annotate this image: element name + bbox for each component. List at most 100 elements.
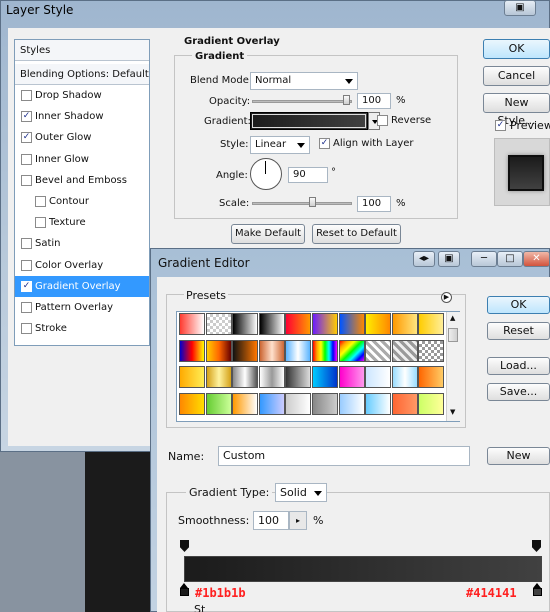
angle-input[interactable]: 90 bbox=[288, 167, 328, 183]
style-item-checkbox[interactable] bbox=[21, 174, 32, 186]
preset-swatch[interactable] bbox=[391, 339, 418, 362]
preset-swatch[interactable] bbox=[418, 366, 445, 388]
preset-swatch[interactable] bbox=[285, 313, 312, 335]
style-item-texture[interactable]: Texture bbox=[15, 212, 149, 233]
back-forward-button[interactable]: ◂▸ bbox=[413, 251, 435, 267]
maximize-button[interactable]: □ bbox=[497, 251, 523, 267]
scale-slider-handle[interactable] bbox=[309, 197, 316, 207]
style-item-checkbox[interactable]: ✓ bbox=[21, 132, 32, 144]
preset-swatch[interactable] bbox=[285, 392, 312, 415]
editor-new-button[interactable]: New bbox=[487, 447, 550, 465]
styles-header[interactable]: Styles bbox=[15, 40, 149, 61]
preset-swatch[interactable] bbox=[418, 392, 445, 415]
preset-swatch[interactable] bbox=[205, 313, 232, 335]
preset-swatch[interactable] bbox=[365, 366, 392, 388]
blending-options-item[interactable]: Blending Options: Default bbox=[15, 64, 149, 85]
style-item-color-overlay[interactable]: Color Overlay bbox=[15, 255, 149, 276]
preset-swatch[interactable] bbox=[365, 339, 392, 362]
style-item-outer-glow[interactable]: ✓ Outer Glow bbox=[15, 127, 149, 148]
scale-input[interactable]: 100 bbox=[357, 196, 391, 212]
preset-swatch[interactable] bbox=[391, 392, 418, 415]
angle-dial[interactable] bbox=[250, 158, 282, 190]
style-item-checkbox[interactable]: ✓ bbox=[21, 111, 32, 123]
style-item-stroke[interactable]: Stroke bbox=[15, 318, 149, 339]
preset-swatch[interactable] bbox=[258, 313, 285, 335]
preset-swatch[interactable] bbox=[418, 313, 445, 335]
style-item-checkbox[interactable] bbox=[35, 217, 46, 229]
style-item-checkbox[interactable] bbox=[21, 90, 32, 101]
scrollbar-thumb[interactable] bbox=[448, 328, 458, 342]
preset-swatch[interactable] bbox=[418, 339, 445, 362]
preset-swatch[interactable] bbox=[285, 339, 312, 362]
blend-mode-select[interactable]: Normal bbox=[250, 72, 358, 90]
opacity-slider-handle[interactable] bbox=[343, 95, 350, 105]
preset-swatch[interactable] bbox=[258, 366, 285, 388]
preset-swatch[interactable] bbox=[312, 366, 338, 388]
preset-swatch[interactable] bbox=[338, 339, 365, 362]
preset-swatch[interactable] bbox=[179, 366, 205, 388]
style-item-checkbox[interactable]: ✓ bbox=[21, 280, 32, 292]
style-item-satin[interactable]: Satin bbox=[15, 233, 149, 254]
preset-swatch[interactable] bbox=[365, 313, 392, 335]
gradient-picker-swatch[interactable] bbox=[250, 112, 368, 130]
preset-swatch[interactable] bbox=[312, 392, 338, 415]
preset-swatch[interactable] bbox=[391, 313, 418, 335]
gradient-preview-bar[interactable] bbox=[184, 556, 542, 582]
cancel-button[interactable]: Cancel bbox=[483, 66, 550, 86]
preset-swatch[interactable] bbox=[312, 313, 338, 335]
presets-scrollbar[interactable]: ▲ ▼ bbox=[446, 312, 460, 421]
opacity-slider-track[interactable] bbox=[252, 100, 352, 103]
preset-swatch[interactable] bbox=[232, 313, 259, 335]
minimize-button[interactable]: ─ bbox=[471, 251, 497, 267]
preset-swatch[interactable] bbox=[205, 366, 232, 388]
style-item-checkbox[interactable] bbox=[35, 196, 46, 207]
preset-swatch[interactable] bbox=[258, 392, 285, 415]
preset-swatch[interactable] bbox=[338, 313, 365, 335]
new-style-button[interactable]: New Style... bbox=[483, 93, 550, 127]
preset-swatch[interactable] bbox=[179, 339, 205, 362]
style-item-contour[interactable]: Contour bbox=[15, 191, 149, 212]
editor-ok-button[interactable]: OK bbox=[487, 296, 550, 314]
editor-load-button[interactable]: Load... bbox=[487, 357, 550, 375]
style-item-drop-shadow[interactable]: Drop Shadow bbox=[15, 85, 149, 106]
window-menu-button[interactable]: ▣ bbox=[438, 251, 460, 267]
smoothness-popup-button[interactable]: ▸ bbox=[289, 511, 307, 530]
style-item-inner-shadow[interactable]: ✓ Inner Shadow bbox=[15, 106, 149, 127]
color-stop-left[interactable] bbox=[180, 583, 189, 596]
style-item-inner-glow[interactable]: Inner Glow bbox=[15, 149, 149, 170]
scale-slider-track[interactable] bbox=[252, 202, 352, 205]
preset-swatch[interactable] bbox=[312, 339, 338, 362]
preset-swatch[interactable] bbox=[338, 392, 365, 415]
preview-checkbox[interactable]: ✓ bbox=[495, 120, 506, 131]
preset-swatch[interactable] bbox=[338, 366, 365, 388]
style-item-checkbox[interactable] bbox=[21, 323, 32, 335]
editor-reset-button[interactable]: Reset bbox=[487, 322, 550, 340]
presets-menu-button[interactable]: ▶ bbox=[441, 292, 452, 303]
gradient-type-select[interactable]: Solid bbox=[275, 483, 327, 502]
window-menu-button[interactable]: ▣ bbox=[504, 0, 536, 16]
opacity-input[interactable]: 100 bbox=[357, 93, 391, 109]
name-input[interactable]: Custom bbox=[218, 446, 470, 466]
style-item-checkbox[interactable] bbox=[21, 238, 32, 250]
preset-swatch[interactable] bbox=[179, 392, 205, 415]
ok-button[interactable]: OK bbox=[483, 39, 550, 59]
style-select[interactable]: Linear bbox=[250, 136, 310, 154]
reverse-checkbox[interactable] bbox=[377, 115, 388, 126]
color-stop-right[interactable] bbox=[533, 583, 542, 596]
make-default-button[interactable]: Make Default bbox=[231, 224, 305, 244]
preset-swatch[interactable] bbox=[258, 339, 285, 362]
align-with-layer-checkbox[interactable]: ✓ bbox=[319, 138, 330, 149]
preset-swatch[interactable] bbox=[232, 366, 259, 388]
style-item-gradient-overlay[interactable]: ✓ Gradient Overlay bbox=[15, 275, 149, 297]
preset-swatch[interactable] bbox=[179, 313, 205, 335]
editor-save-button[interactable]: Save... bbox=[487, 383, 550, 401]
preset-swatch[interactable] bbox=[205, 392, 232, 415]
style-item-pattern-overlay[interactable]: Pattern Overlay bbox=[15, 297, 149, 318]
style-item-checkbox[interactable] bbox=[21, 153, 32, 165]
reset-to-default-button[interactable]: Reset to Default bbox=[312, 224, 401, 244]
smoothness-input[interactable]: 100 bbox=[253, 511, 289, 530]
style-item-checkbox[interactable] bbox=[21, 259, 32, 271]
preset-swatch[interactable] bbox=[285, 366, 312, 388]
preset-swatch[interactable] bbox=[232, 339, 259, 362]
preset-swatch[interactable] bbox=[391, 366, 418, 388]
